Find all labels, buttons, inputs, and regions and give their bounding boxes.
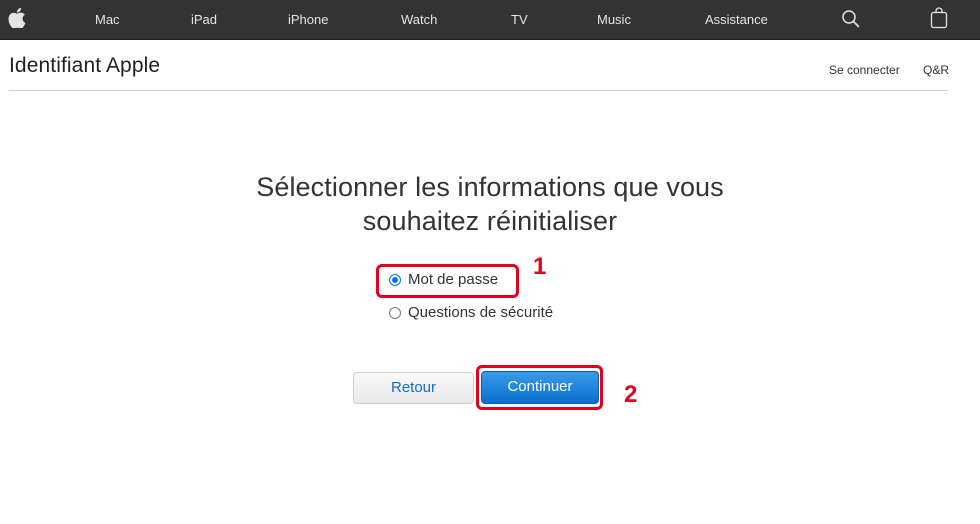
bag-icon[interactable]	[929, 7, 949, 29]
heading-line-2: souhaitez réinitialiser	[362, 206, 618, 236]
back-button[interactable]: Retour	[353, 372, 474, 404]
nav-item-music[interactable]: Music	[597, 0, 631, 40]
heading-line-1: Sélectionner les informations que vous	[256, 172, 724, 202]
nav-item-assistance[interactable]: Assistance	[705, 0, 768, 40]
page-title: Identifiant Apple	[9, 54, 161, 77]
search-icon[interactable]	[841, 9, 861, 29]
nav-item-tv[interactable]: TV	[511, 0, 528, 40]
section-heading: Sélectionner les informations que vous s…	[190, 170, 790, 238]
faq-link[interactable]: Q&R	[923, 63, 949, 77]
global-nav: Mac iPad iPhone Watch TV Music Assistanc…	[0, 0, 980, 40]
nav-item-iphone[interactable]: iPhone	[288, 0, 328, 40]
sign-in-link[interactable]: Se connecter	[829, 63, 900, 77]
annotation-highlight-1	[376, 264, 519, 298]
nav-item-watch[interactable]: Watch	[401, 0, 437, 40]
localnav-divider	[9, 90, 948, 91]
option-security-questions-label: Questions de sécurité	[408, 304, 554, 321]
nav-item-mac[interactable]: Mac	[95, 0, 120, 40]
option-security-questions[interactable]: Questions de sécurité	[389, 304, 553, 321]
annotation-number-1: 1	[533, 253, 547, 280]
radio-security-questions[interactable]	[389, 306, 401, 319]
annotation-highlight-2	[476, 365, 603, 410]
annotation-number-2: 2	[624, 381, 638, 408]
nav-item-ipad[interactable]: iPad	[191, 0, 217, 40]
apple-logo-icon[interactable]	[8, 8, 26, 28]
